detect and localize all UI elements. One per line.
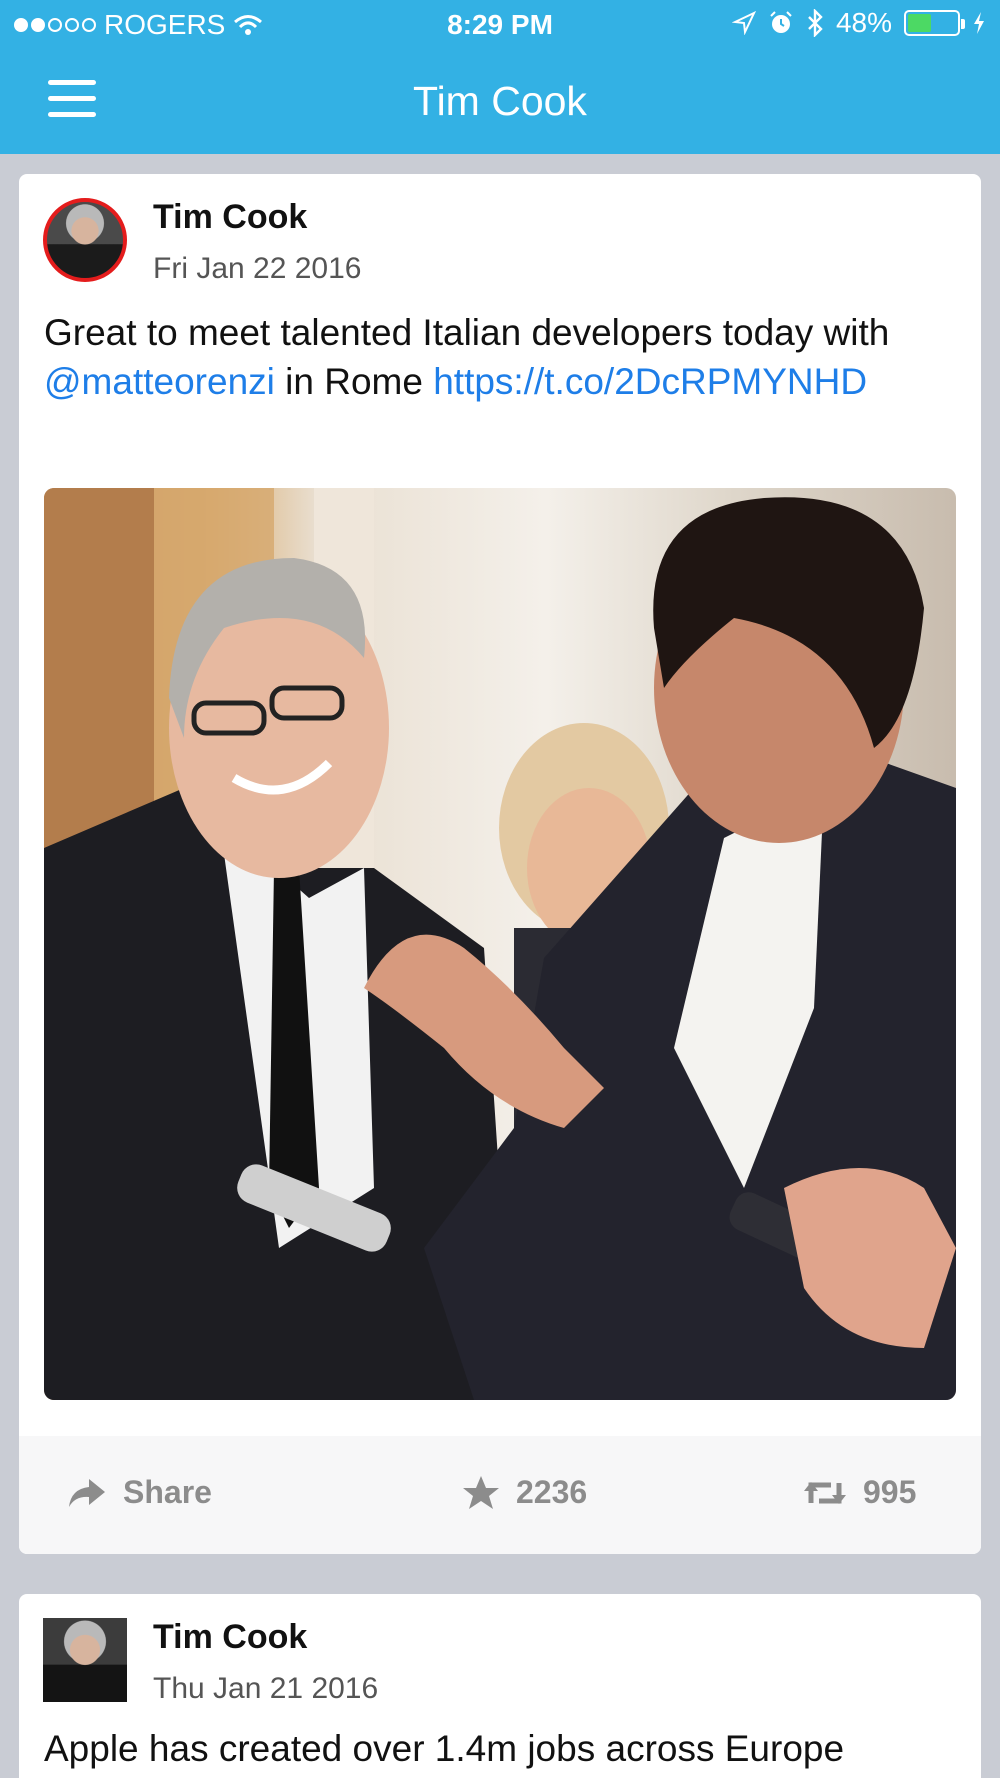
charging-icon (974, 12, 984, 34)
tweet-url-link[interactable]: https://t.co/​2DcRPMYNHD (433, 361, 867, 402)
tweet-text: Apple has created over 1.4m jobs across … (44, 1728, 845, 1769)
status-right: 48% (731, 7, 986, 39)
tweet-card[interactable]: Tim Cook Thu Jan 21 2016 Apple has creat… (19, 1594, 981, 1778)
battery-percent: 48% (835, 7, 892, 38)
tweet-action-bar: Share 2236 995 (19, 1436, 981, 1554)
favorite-button[interactable]: 2236 (462, 1474, 587, 1511)
avatar[interactable] (43, 198, 127, 282)
share-icon (69, 1478, 105, 1507)
bluetooth-icon (808, 9, 823, 37)
tweet-text: Great to meet talented Italian developer… (44, 312, 890, 402)
retweet-count: 995 (863, 1474, 917, 1510)
battery-level-fill (908, 14, 932, 32)
tweet-date: Thu Jan 21 2016 (153, 1672, 379, 1705)
location-icon (731, 11, 756, 35)
share-button[interactable]: Share (67, 1474, 212, 1511)
retweet-icon (804, 1481, 846, 1504)
tweet-card[interactable]: Tim Cook Fri Jan 22 2016 Great to meet t… (19, 174, 981, 1554)
avatar[interactable] (43, 1618, 127, 1702)
alarm-icon (770, 11, 792, 33)
mention-link[interactable]: @matteorenzi (44, 361, 275, 402)
retweet-button[interactable]: 995 (803, 1474, 916, 1511)
page-title: Tim Cook (413, 78, 587, 124)
photo-illustration (44, 488, 956, 1400)
favorite-count: 2236 (516, 1474, 588, 1510)
navigation-bar: Tim Cook (0, 50, 1000, 154)
status-bar: ROGERS 8:29 PM 48% (0, 0, 1000, 50)
tweet-date: Fri Jan 22 2016 (153, 252, 362, 285)
battery-icon (904, 10, 965, 36)
tweet-photo[interactable] (44, 488, 956, 1400)
tweet-author[interactable]: Tim Cook (153, 198, 307, 237)
star-icon (463, 1475, 499, 1509)
tweet-author[interactable]: Tim Cook (153, 1618, 307, 1657)
share-label: Share (123, 1474, 212, 1510)
